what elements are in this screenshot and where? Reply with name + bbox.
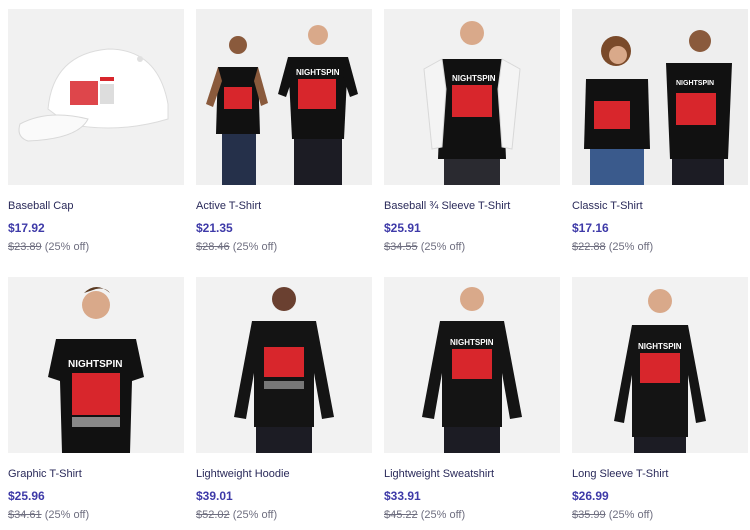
original-price: $35.99 (572, 509, 606, 521)
product-price: $25.91 (384, 221, 421, 235)
product-title[interactable]: Long Sleeve T-Shirt (572, 467, 668, 481)
product-title[interactable]: Lightweight Hoodie (196, 467, 290, 481)
product-title[interactable]: Baseball Cap (8, 199, 73, 213)
product-title[interactable]: Graphic T-Shirt (8, 467, 82, 481)
product-title[interactable]: Classic T-Shirt (572, 199, 643, 213)
discount-label: (25% off) (420, 509, 466, 521)
original-price: $28.46 (196, 241, 230, 253)
original-price: $23.89 (8, 241, 42, 253)
product-image[interactable]: NIGHTSPIN (572, 277, 748, 453)
product-card[interactable]: NIGHTSPIN Active T-Shirt $21.35 $28.46 (… (196, 9, 372, 253)
product-image[interactable] (8, 9, 184, 185)
original-price: $45.22 (384, 509, 418, 521)
two-models-tshirt-image: NIGHTSPIN (196, 9, 372, 185)
original-price-row: $52.02 (25% off) (196, 508, 277, 522)
long-sleeve-tshirt-image: NIGHTSPIN (572, 277, 748, 453)
original-price-row: $34.55 (25% off) (384, 240, 465, 254)
product-image[interactable]: NIGHTSPIN (384, 9, 560, 185)
svg-text:NIGHTSPIN: NIGHTSPIN (638, 342, 682, 351)
product-card[interactable]: Baseball Cap $17.92 $23.89 (25% off) (8, 9, 184, 253)
original-price: $34.61 (8, 509, 42, 521)
original-price: $22.88 (572, 241, 606, 253)
baseball-cap-image (8, 9, 184, 185)
product-card[interactable]: NIGHTSPIN Graphic T-Shirt $25.96 $34.61 … (8, 277, 184, 521)
product-image[interactable]: NIGHTSPIN (196, 9, 372, 185)
original-price-row: $35.99 (25% off) (572, 508, 653, 522)
discount-label: (25% off) (420, 241, 466, 253)
product-price: $17.16 (572, 221, 609, 235)
product-image[interactable]: NIGHTSPIN (384, 277, 560, 453)
discount-label: (25% off) (608, 241, 654, 253)
product-title[interactable]: Active T-Shirt (196, 199, 261, 213)
product-title[interactable]: Lightweight Sweatshirt (384, 467, 494, 481)
product-price: $25.96 (8, 489, 45, 503)
hoodie-image (196, 277, 372, 453)
original-price: $52.02 (196, 509, 230, 521)
product-image[interactable]: NIGHTSPIN (572, 9, 748, 185)
original-price-row: $23.89 (25% off) (8, 240, 89, 254)
raglan-tshirt-image: NIGHTSPIN (384, 9, 560, 185)
product-price: $39.01 (196, 489, 233, 503)
original-price-row: $28.46 (25% off) (196, 240, 277, 254)
product-price: $21.35 (196, 221, 233, 235)
original-price-row: $45.22 (25% off) (384, 508, 465, 522)
product-card[interactable]: NIGHTSPIN Baseball ¾ Sleeve T-Shirt $25.… (384, 9, 560, 253)
product-image[interactable]: NIGHTSPIN (8, 277, 184, 453)
graphic-tshirt-image: NIGHTSPIN (8, 277, 184, 453)
product-title[interactable]: Baseball ¾ Sleeve T-Shirt (384, 199, 510, 213)
product-image[interactable] (196, 277, 372, 453)
original-price-row: $34.61 (25% off) (8, 508, 89, 522)
product-price: $33.91 (384, 489, 421, 503)
original-price: $34.55 (384, 241, 418, 253)
svg-text:NIGHTSPIN: NIGHTSPIN (296, 68, 340, 77)
svg-text:NIGHTSPIN: NIGHTSPIN (450, 338, 494, 347)
svg-text:NIGHTSPIN: NIGHTSPIN (68, 359, 122, 370)
product-card[interactable]: NIGHTSPIN Long Sleeve T-Shirt $26.99 $35… (572, 277, 748, 521)
svg-text:NIGHTSPIN: NIGHTSPIN (676, 80, 714, 87)
two-models-tshirt-image: NIGHTSPIN (572, 9, 748, 185)
discount-label: (25% off) (232, 509, 278, 521)
sweatshirt-image: NIGHTSPIN (384, 277, 560, 453)
discount-label: (25% off) (232, 241, 278, 253)
discount-label: (25% off) (44, 241, 90, 253)
product-price: $26.99 (572, 489, 609, 503)
product-card[interactable]: NIGHTSPIN Classic T-Shirt $17.16 $22.88 … (572, 9, 748, 253)
discount-label: (25% off) (44, 509, 90, 521)
original-price-row: $22.88 (25% off) (572, 240, 653, 254)
product-price: $17.92 (8, 221, 45, 235)
product-card[interactable]: NIGHTSPIN Lightweight Sweatshirt $33.91 … (384, 277, 560, 521)
svg-text:NIGHTSPIN: NIGHTSPIN (452, 74, 496, 83)
product-grid: Baseball Cap $17.92 $23.89 (25% off) NIG… (8, 9, 748, 521)
discount-label: (25% off) (608, 509, 654, 521)
product-card[interactable]: Lightweight Hoodie $39.01 $52.02 (25% of… (196, 277, 372, 521)
